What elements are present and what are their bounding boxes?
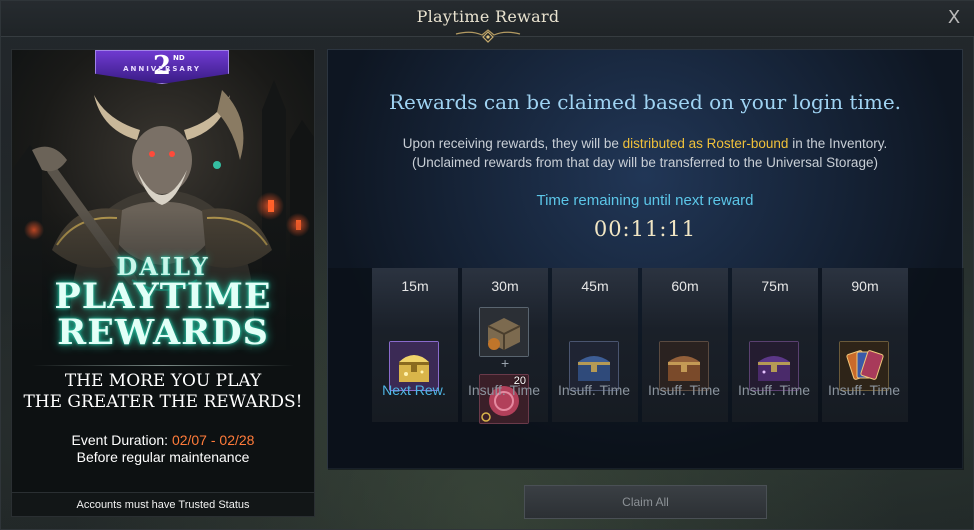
- slot-status-45m: Insuff. Time: [557, 382, 631, 398]
- playtime-reward-window: Playtime Reward X 2 ND ANNIVERSARY DAILY…: [0, 0, 974, 530]
- maintenance-note: Before regular maintenance: [76, 449, 250, 465]
- time-remaining-label: Time remaining until next reward: [536, 192, 754, 209]
- anniversary-word: ANNIVERSARY: [123, 65, 201, 73]
- close-button[interactable]: X: [941, 5, 967, 31]
- reward-slot-90m[interactable]: 90m: [822, 268, 908, 422]
- slot-status-15m: Next Rew.: [382, 382, 446, 398]
- countdown-timer: 00:11:11: [593, 217, 697, 241]
- claim-all-button[interactable]: Claim All: [524, 485, 767, 519]
- panel-headline: Rewards can be claimed based on your log…: [388, 90, 902, 114]
- slot-time: 60m: [671, 278, 699, 294]
- slot-time: 90m: [851, 278, 879, 294]
- window-title: Playtime Reward: [416, 7, 560, 26]
- slot-status-30m: Insuff. Time: [467, 382, 541, 398]
- banner-playtime-text: PLAYTIME: [54, 276, 272, 317]
- banner-tagline-1: THE MORE YOU PLAY: [64, 371, 262, 391]
- event-banner: 2 ND ANNIVERSARY DAILY PLAYTIME REWARDS …: [11, 49, 315, 517]
- banner-divider: [32, 365, 294, 366]
- reward-slot-60m[interactable]: 60m: [642, 268, 728, 422]
- event-duration-dates: 02/07 - 02/28: [171, 432, 255, 448]
- reward-slot-45m[interactable]: 45m: [552, 268, 638, 422]
- info-line-1-b: in the Inventory.: [788, 136, 888, 151]
- reward-slot-15m[interactable]: 15m: [372, 268, 458, 422]
- event-duration: Event Duration: 02/07 - 02/28: [12, 432, 314, 448]
- reward-panel: Rewards can be claimed based on your log…: [327, 49, 964, 470]
- slot-time: 45m: [581, 278, 609, 294]
- slot-time: 75m: [761, 278, 789, 294]
- info-line-2: (Unclaimed rewards from that day will be…: [412, 155, 878, 170]
- slot-status-90m: Insuff. Time: [827, 382, 901, 398]
- slot-status-60m: Insuff. Time: [647, 382, 721, 398]
- anniversary-suffix: ND: [173, 54, 185, 62]
- crate-icon[interactable]: [479, 307, 529, 357]
- info-line-1: Upon receiving rewards, they will be dis…: [328, 136, 962, 151]
- roster-bound-highlight: distributed as Roster-bound: [622, 136, 789, 151]
- event-duration-label: Event Duration:: [71, 432, 172, 448]
- reward-slot-30m[interactable]: 30m + 20: [462, 268, 548, 424]
- title-bar: Playtime Reward X: [1, 1, 974, 43]
- slot-time: 15m: [401, 278, 429, 294]
- reward-slot-75m[interactable]: 75m: [732, 268, 818, 422]
- slot-time: 30m: [491, 278, 519, 294]
- slot-status-75m: Insuff. Time: [737, 382, 811, 398]
- trusted-status-notice: Accounts must have Trusted Status: [12, 492, 314, 516]
- info-line-1-a: Upon receiving rewards, they will be: [402, 136, 623, 151]
- title-ornament-icon: [455, 29, 521, 43]
- banner-tagline-2: THE GREATER THE REWARDS!: [23, 392, 303, 412]
- plus-icon: +: [501, 355, 510, 371]
- banner-rewards-text: REWARDS: [57, 312, 269, 353]
